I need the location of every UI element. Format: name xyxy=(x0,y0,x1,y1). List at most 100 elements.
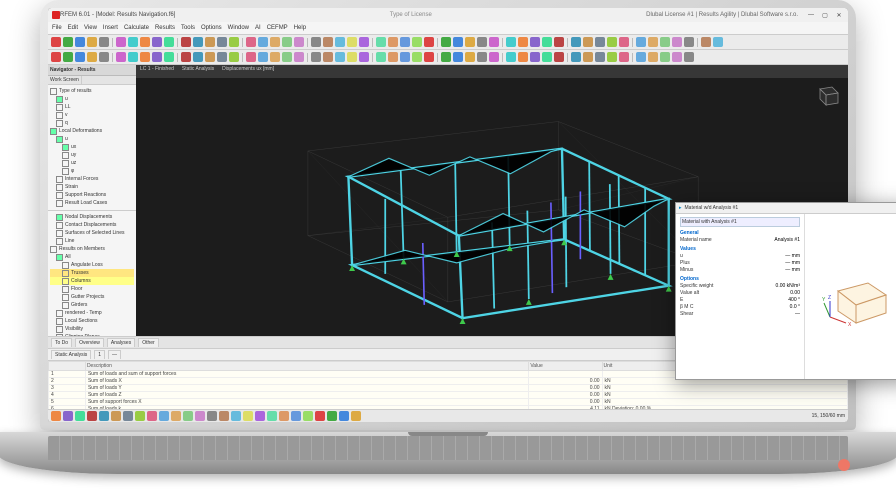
toolbar-button-25[interactable] xyxy=(376,52,386,62)
menu-window[interactable]: Window xyxy=(228,25,249,31)
toolbar-button-27[interactable] xyxy=(400,52,410,62)
menu-results[interactable]: Results xyxy=(155,25,175,31)
status-tool-1[interactable] xyxy=(63,411,73,421)
menu-view[interactable]: View xyxy=(84,25,97,31)
menu-help[interactable]: Help xyxy=(294,25,306,31)
toolbar-button-0[interactable] xyxy=(51,37,61,47)
toolbar-button-6[interactable] xyxy=(128,37,138,47)
toolbar-button-43[interactable] xyxy=(607,37,617,47)
toolbar-button-8[interactable] xyxy=(152,52,162,62)
close-button[interactable]: ✕ xyxy=(834,12,844,19)
toolbar-button-15[interactable] xyxy=(246,52,256,62)
status-tool-24[interactable] xyxy=(339,411,349,421)
toolbar-button-33[interactable] xyxy=(477,37,487,47)
toolbar-button-22[interactable] xyxy=(335,52,345,62)
toolbar-button-21[interactable] xyxy=(323,52,333,62)
toolbar-button-24[interactable] xyxy=(359,52,369,62)
status-tool-3[interactable] xyxy=(87,411,97,421)
minimize-button[interactable]: — xyxy=(806,12,816,19)
toolbar-button-9[interactable] xyxy=(164,37,174,47)
status-tool-10[interactable] xyxy=(171,411,181,421)
toolbar-button-18[interactable] xyxy=(282,37,292,47)
tree-item[interactable]: Line xyxy=(50,237,134,245)
dialog-field[interactable]: u— mm xyxy=(680,253,800,259)
toolbar-button-8[interactable] xyxy=(152,37,162,47)
toolbar-button-28[interactable] xyxy=(412,52,422,62)
results-subtab[interactable]: — xyxy=(108,350,121,359)
toolbar-button-14[interactable] xyxy=(229,52,239,62)
toolbar-button-26[interactable] xyxy=(388,52,398,62)
dialog-field[interactable]: β M C 0.0 ° xyxy=(680,304,800,310)
dialog-field[interactable]: Minus— mm xyxy=(680,267,800,273)
menu-edit[interactable]: Edit xyxy=(68,25,78,31)
maximize-button[interactable]: ▢ xyxy=(820,12,830,19)
status-tool-18[interactable] xyxy=(267,411,277,421)
toolbar-button-35[interactable] xyxy=(506,37,516,47)
toolbar-button-34[interactable] xyxy=(489,37,499,47)
tree-item[interactable]: rendered - Temp xyxy=(50,309,134,317)
toolbar-button-46[interactable] xyxy=(648,52,658,62)
toolbar-button-24[interactable] xyxy=(359,37,369,47)
toolbar-button-15[interactable] xyxy=(246,37,256,47)
tree-item[interactable]: Strain xyxy=(50,183,134,191)
dialog-field[interactable]: E400 ° xyxy=(680,297,800,303)
toolbar-button-39[interactable] xyxy=(554,37,564,47)
toolbar-button-34[interactable] xyxy=(489,52,499,62)
toolbar-button-5[interactable] xyxy=(116,52,126,62)
toolbar-button-47[interactable] xyxy=(660,37,670,47)
view-cube[interactable] xyxy=(812,81,840,109)
toolbar-button-36[interactable] xyxy=(518,52,528,62)
dialog-field[interactable]: Specific weight0.00 kN/m³ xyxy=(680,283,800,289)
tree-item[interactable]: Contact Displacements xyxy=(50,221,134,229)
status-tool-23[interactable] xyxy=(327,411,337,421)
toolbar-button-10[interactable] xyxy=(181,37,191,47)
toolbar-button-33[interactable] xyxy=(477,52,487,62)
tree-item[interactable]: u xyxy=(50,95,134,103)
results-tab[interactable]: To Do xyxy=(51,338,72,347)
toolbar-button-26[interactable] xyxy=(388,37,398,47)
status-tool-25[interactable] xyxy=(351,411,361,421)
tree-item[interactable]: uy xyxy=(50,151,134,159)
toolbar-button-45[interactable] xyxy=(636,37,646,47)
toolbar-button-44[interactable] xyxy=(619,37,629,47)
tree-item[interactable]: LL xyxy=(50,103,134,111)
toolbar-button-23[interactable] xyxy=(347,52,357,62)
toolbar-button-16[interactable] xyxy=(258,37,268,47)
toolbar-button-49[interactable] xyxy=(684,52,694,62)
menu-cefmp[interactable]: CEFMP xyxy=(267,25,288,31)
table-row[interactable]: 4Sum of loads Z0.00kN xyxy=(49,392,848,399)
tree-item[interactable]: Local Sections xyxy=(50,317,134,325)
toolbar-button-45[interactable] xyxy=(636,52,646,62)
dialog-field[interactable]: Plus— mm xyxy=(680,260,800,266)
toolbar-button-47[interactable] xyxy=(660,52,670,62)
menu-insert[interactable]: Insert xyxy=(103,25,118,31)
toolbar-button-46[interactable] xyxy=(648,37,658,47)
status-tool-14[interactable] xyxy=(219,411,229,421)
toolbar-button-22[interactable] xyxy=(335,37,345,47)
toolbar-button-32[interactable] xyxy=(465,37,475,47)
toolbar-button-49[interactable] xyxy=(684,37,694,47)
toolbar-button-41[interactable] xyxy=(583,52,593,62)
toolbar-button-48[interactable] xyxy=(672,37,682,47)
tree-item[interactable]: Support Reactions xyxy=(50,191,134,199)
status-tool-22[interactable] xyxy=(315,411,325,421)
tree-item[interactable]: q xyxy=(50,119,134,127)
toolbar-button-28[interactable] xyxy=(412,37,422,47)
tree-item[interactable]: Floor xyxy=(50,285,134,293)
status-tool-11[interactable] xyxy=(183,411,193,421)
status-tool-13[interactable] xyxy=(207,411,217,421)
tree-item[interactable]: uz xyxy=(50,159,134,167)
tree-item[interactable]: v xyxy=(50,111,134,119)
tree-item[interactable]: Results on Members xyxy=(50,245,134,253)
menu-tools[interactable]: Tools xyxy=(181,25,195,31)
toolbar-button-18[interactable] xyxy=(282,52,292,62)
toolbar-button-36[interactable] xyxy=(518,37,528,47)
toolbar-button-2[interactable] xyxy=(75,52,85,62)
toolbar-button-37[interactable] xyxy=(530,52,540,62)
toolbar-button-35[interactable] xyxy=(506,52,516,62)
toolbar-button-37[interactable] xyxy=(530,37,540,47)
status-tool-15[interactable] xyxy=(231,411,241,421)
toolbar-button-13[interactable] xyxy=(217,52,227,62)
toolbar-button-43[interactable] xyxy=(607,52,617,62)
toolbar-button-31[interactable] xyxy=(453,52,463,62)
